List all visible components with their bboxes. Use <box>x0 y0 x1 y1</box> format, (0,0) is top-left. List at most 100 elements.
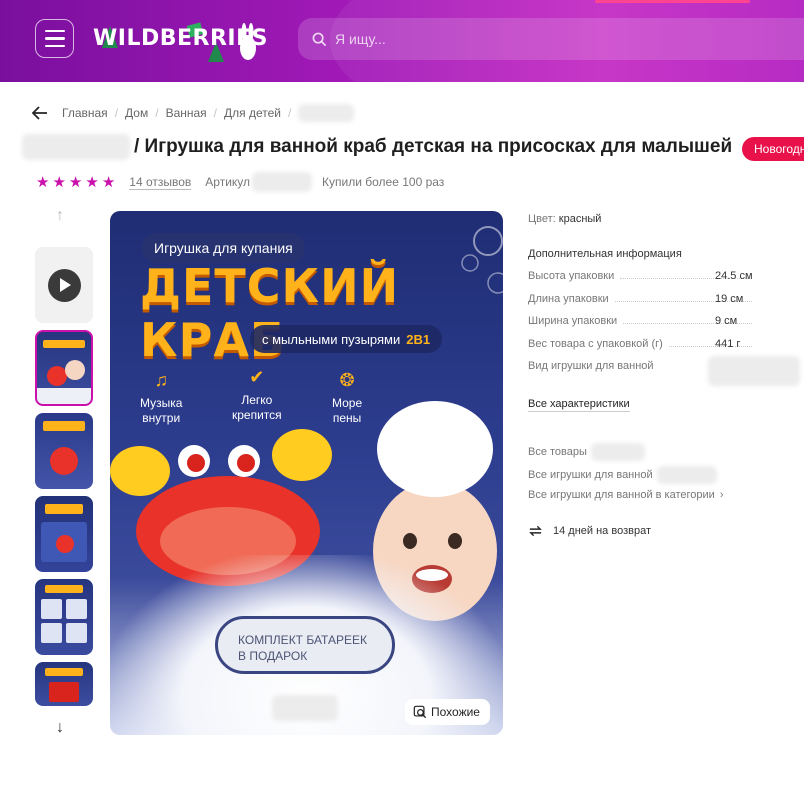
gift-line: КОМПЛЕКТ БАТАРЕЕК <box>238 633 367 647</box>
product-title-row: / Игрушка для ванной краб детская на при… <box>22 134 732 160</box>
all-bath-toys-link[interactable]: Все игрушки для ванной <box>528 466 717 484</box>
star-icon: ★ <box>85 173 99 191</box>
back-arrow-icon[interactable] <box>32 106 48 120</box>
feature-line: внутри <box>142 410 181 425</box>
spec-label: Длина упаковки <box>528 293 609 305</box>
breadcrumb-home[interactable]: Главная <box>62 106 108 120</box>
thumb-1[interactable] <box>35 330 93 406</box>
all-products-label: Все товары <box>528 446 587 458</box>
breadcrumb-blurred <box>298 104 355 122</box>
gift-line: В ПОДАРОК <box>238 649 308 664</box>
thumbs-scroll-down-icon[interactable]: ↓ <box>56 719 64 737</box>
menu-button[interactable] <box>35 19 74 58</box>
menu-line <box>44 29 65 33</box>
product-title: / Игрушка для ванной краб детская на при… <box>134 136 733 157</box>
image-pill-sub-accent: 2В1 <box>406 331 431 347</box>
all-characteristics-link[interactable]: Все характеристики <box>528 398 630 412</box>
top-header: WILDBERRIES Я ищу... <box>0 0 804 82</box>
breadcrumb-for-kids[interactable]: Для детей <box>224 106 281 120</box>
feature-line: пены <box>332 410 362 425</box>
star-icon: ★ <box>101 173 116 191</box>
thumb-image <box>41 585 87 643</box>
all-bath-toys-category-link[interactable]: Все игрушки для ванной в категории › <box>528 489 723 501</box>
thumb-image <box>43 421 85 475</box>
chevron-right-icon: › <box>719 489 724 501</box>
promo-badge: Новогодн <box>742 137 804 161</box>
header-accent-strip <box>595 0 750 3</box>
music-note-icon: ♫ <box>154 370 168 390</box>
breadcrumb-separator: / <box>288 106 292 120</box>
feature-mount: ✔ Легко крепится <box>232 366 282 423</box>
brand-blurred <box>656 466 717 484</box>
thumb-5[interactable] <box>35 662 93 706</box>
spec-row: Вид игрушки для ванной <box>528 356 800 386</box>
breadcrumb: Главная / Дом / Ванная / Для детей / <box>32 104 355 122</box>
spec-row: Ширина упаковки 9 см <box>528 315 758 327</box>
spec-label: Ширина упаковки <box>528 315 618 327</box>
feature-line: Море <box>332 395 363 410</box>
thumbs-scroll-up-icon[interactable]: ↑ <box>56 207 64 225</box>
menu-line <box>44 37 65 40</box>
similar-label: Похожие <box>431 705 480 719</box>
star-icon: ★ <box>52 173 66 191</box>
check-badge-icon: ✔ <box>249 367 265 387</box>
thumb-video[interactable] <box>35 247 93 323</box>
article-blurred <box>252 172 313 192</box>
feature-line: Музыка <box>140 395 183 410</box>
spec-row: Высота упаковки 24.5 см <box>528 270 758 282</box>
thumb-image <box>41 504 87 562</box>
breadcrumb-separator: / <box>114 106 119 120</box>
thumb-4[interactable] <box>35 579 93 655</box>
return-policy: 14 дней на возврат <box>528 524 651 538</box>
search-input[interactable]: Я ищу... <box>298 18 804 60</box>
all-products-link[interactable]: Все товары <box>528 443 645 461</box>
reviews-link[interactable]: 14 отзывов <box>129 175 192 190</box>
spec-value-blurred <box>708 356 800 386</box>
spec-row: Вес товара с упаковкой (г) 441 г <box>528 338 758 350</box>
spec-row: Длина упаковки 19 см <box>528 293 758 305</box>
search-placeholder: Я ищу... <box>335 31 386 47</box>
breadcrumb-separator: / <box>213 106 218 120</box>
spec-value: 441 г <box>715 338 741 350</box>
color-value: красный <box>558 213 602 225</box>
product-meta: ★ ★ ★ ★ ★ 14 отзывов Артикул Купили боле… <box>36 172 444 192</box>
breadcrumb-home-goods[interactable]: Дом <box>125 106 148 120</box>
thumb-image <box>45 668 83 702</box>
image-pill-sub-text: с мыльными пузырями <box>262 331 401 347</box>
all-bath-toys-category-label: Все игрушки для ванной в категории <box>528 489 715 501</box>
brand-blurred[interactable] <box>22 134 130 160</box>
brand-blurred <box>590 443 645 461</box>
thumb-2[interactable] <box>35 413 93 489</box>
logo[interactable]: WILDBERRIES <box>93 26 268 51</box>
article-label: Артикул <box>205 175 251 189</box>
rating-stars: ★ ★ ★ ★ ★ <box>36 175 115 190</box>
similar-search-icon <box>413 705 427 719</box>
thumb-3[interactable] <box>35 496 93 572</box>
spec-value: 19 см <box>715 293 744 305</box>
similar-button[interactable]: Похожие <box>405 699 490 725</box>
star-icon: ★ <box>68 173 83 191</box>
spec-value: 24.5 см <box>715 270 753 282</box>
spec-label: Вес товара с упаковкой (г) <box>528 338 663 350</box>
spec-value: 9 см <box>715 315 738 327</box>
image-pill-sub: с мыльными пузырями 2В1 <box>250 325 443 353</box>
feature-music: ♫ Музыка внутри <box>140 369 182 426</box>
additional-info-title: Дополнительная информация <box>528 248 682 260</box>
color-label: Цвет: <box>528 213 556 225</box>
spec-label: Вид игрушки для ванной <box>528 360 654 372</box>
bubbles-icon: ❂ <box>339 370 355 390</box>
color-info: Цвет: красный <box>528 213 601 225</box>
feature-line: крепится <box>232 407 282 422</box>
menu-line <box>44 44 65 48</box>
breadcrumb-bathroom[interactable]: Ванная <box>166 106 207 120</box>
breadcrumb-separator: / <box>155 106 159 120</box>
spec-label: Высота упаковки <box>528 270 615 282</box>
star-icon: ★ <box>36 173 50 191</box>
return-policy-text: 14 дней на возврат <box>553 525 651 537</box>
bought-count: Купили более 100 раз <box>322 175 445 189</box>
play-icon <box>47 268 81 302</box>
thumb-image <box>37 340 91 404</box>
image-blurred-logo <box>272 695 338 721</box>
all-bath-toys-label: Все игрушки для ванной <box>528 469 653 481</box>
main-product-image[interactable]: Игрушка для купания ДЕТСКИЙ КРАБ с мыльн… <box>110 211 503 735</box>
